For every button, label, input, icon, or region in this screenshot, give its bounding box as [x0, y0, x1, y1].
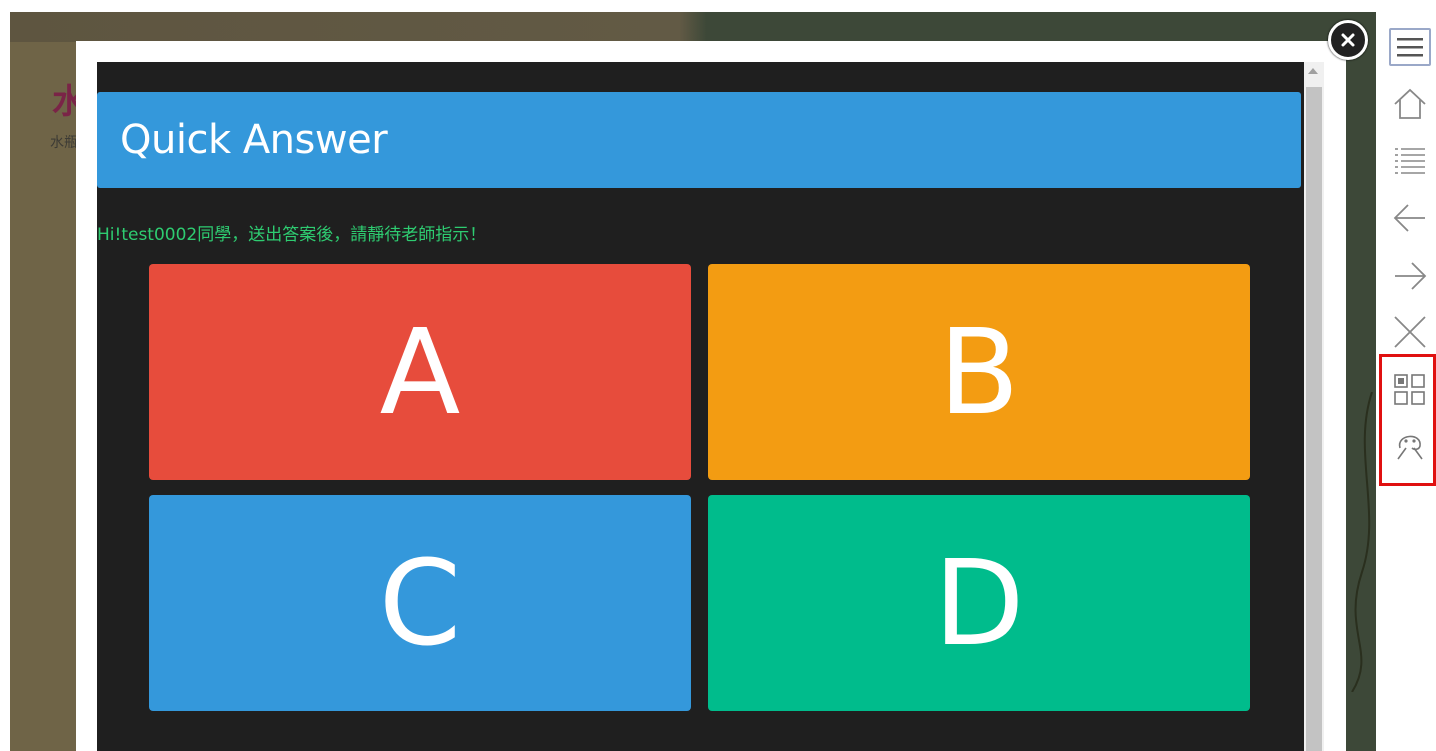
- scrollbar[interactable]: [1304, 62, 1324, 751]
- quick-answer-header: Quick Answer: [97, 92, 1301, 188]
- home-icon: [1394, 88, 1426, 119]
- close-icon: [1341, 33, 1355, 47]
- close-page-button[interactable]: [1388, 310, 1432, 354]
- greeting-message: Hi!test0002同學，送出答案後，請靜待老師指示！: [97, 225, 487, 245]
- back-button[interactable]: [1388, 196, 1432, 240]
- menu-button[interactable]: [1389, 28, 1431, 66]
- menu-icon: [1397, 38, 1423, 57]
- answer-b-label: B: [938, 303, 1020, 441]
- close-x-icon: [1394, 316, 1426, 348]
- answer-c-button[interactable]: C: [149, 495, 691, 711]
- page-title: Quick Answer: [120, 117, 388, 163]
- arrow-right-icon: [1395, 262, 1427, 290]
- scroll-up-arrow[interactable]: [1308, 68, 1318, 74]
- answer-b-button[interactable]: B: [708, 264, 1250, 480]
- arrow-left-icon: [1393, 204, 1425, 232]
- answer-d-button[interactable]: D: [708, 495, 1250, 711]
- background-subtitle: 水瓶: [50, 135, 78, 151]
- list-button[interactable]: [1388, 138, 1432, 182]
- answer-c-label: C: [378, 534, 462, 672]
- answer-a-label: A: [379, 303, 461, 441]
- forward-button[interactable]: [1388, 254, 1432, 298]
- list-icon: [1395, 148, 1425, 174]
- close-modal-button[interactable]: [1328, 20, 1368, 60]
- answer-a-button[interactable]: A: [149, 264, 691, 480]
- scroll-thumb[interactable]: [1306, 87, 1322, 751]
- modal-content: Quick Answer Hi!test0002同學，送出答案後，請靜待老師指示…: [97, 62, 1324, 751]
- answer-d-label: D: [933, 534, 1025, 672]
- highlight-box: [1379, 354, 1436, 486]
- background-decoration: [1351, 392, 1373, 692]
- quick-answer-modal: Quick Answer Hi!test0002同學，送出答案後，請靜待老師指示…: [76, 41, 1346, 751]
- home-button[interactable]: [1388, 82, 1432, 126]
